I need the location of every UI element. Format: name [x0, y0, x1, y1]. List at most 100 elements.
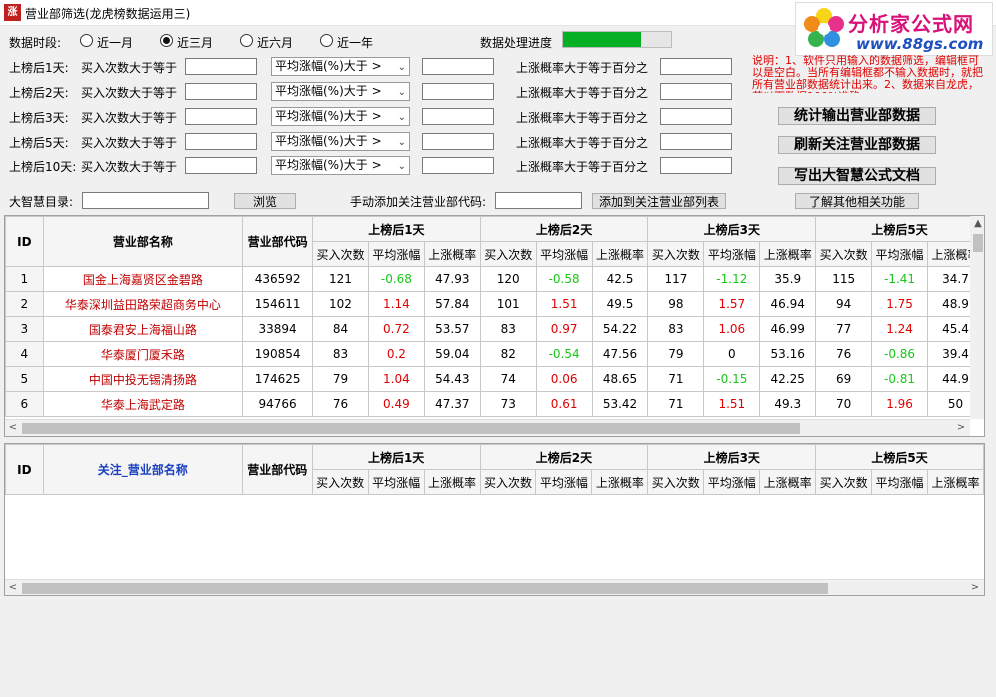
- rise-prob-input[interactable]: [660, 58, 732, 75]
- radio-6month-label[interactable]: 近六月: [257, 34, 293, 51]
- col-code-header[interactable]: 营业部代码: [241, 444, 313, 495]
- rise-prob-input[interactable]: [660, 83, 732, 100]
- sub-column-header[interactable]: 上涨概率: [591, 241, 649, 267]
- rise-prob-input[interactable]: [660, 133, 732, 150]
- watchlist-hscroll[interactable]: < >: [5, 579, 984, 595]
- radio-3month-label[interactable]: 近三月: [177, 34, 213, 51]
- buy-count-input[interactable]: [185, 58, 257, 75]
- sub-column-header[interactable]: 买入次数: [312, 241, 369, 267]
- avg-gain-select[interactable]: 平均涨幅(%)大于 > ⌄: [271, 107, 410, 126]
- browse-button[interactable]: 浏览: [234, 193, 296, 209]
- radio-1month[interactable]: [80, 34, 93, 47]
- sub-column-header[interactable]: 买入次数: [647, 241, 705, 267]
- buy-count-input[interactable]: [185, 108, 257, 125]
- dzh-dir-input[interactable]: [82, 192, 209, 209]
- sub-column-header[interactable]: 平均涨幅: [535, 469, 593, 495]
- results-hscroll[interactable]: < >: [5, 419, 970, 436]
- sub-column-header[interactable]: 平均涨幅: [367, 469, 425, 495]
- table-row[interactable]: 4 华泰厦门厦禾路 190854 83 0.2 59.04 82 -0.54 47.56 79 0 5…: [5, 341, 984, 367]
- col-name-header[interactable]: 关注_营业部名称: [42, 444, 243, 495]
- sub-column-header[interactable]: 平均涨幅: [871, 241, 928, 267]
- scroll-right-icon[interactable]: >: [953, 420, 969, 436]
- sub-column-header[interactable]: 上涨概率: [927, 469, 984, 495]
- vscroll-thumb[interactable]: [973, 234, 983, 252]
- hscroll-thumb[interactable]: [22, 423, 800, 434]
- table-row[interactable]: 3 国泰君安上海福山路 33894 84 0.72 53.57 83 0.97 54.22 83 1…: [5, 316, 984, 342]
- add-to-watchlist-button[interactable]: 添加到关注营业部列表: [592, 193, 726, 209]
- sub-column-header[interactable]: 上涨概率: [591, 469, 649, 495]
- results-vscroll[interactable]: ▲: [970, 216, 984, 419]
- hscroll-thumb[interactable]: [22, 583, 828, 594]
- sub-column-header[interactable]: 平均涨幅: [535, 241, 593, 267]
- results-grid[interactable]: ID 营业部名称 营业部代码 上榜后1天 上榜后2天 上榜后3天 上榜后5天 买入次数 平均涨幅…: [4, 215, 985, 437]
- rise-prob-input[interactable]: [660, 108, 732, 125]
- export-button[interactable]: 统计输出营业部数据: [778, 107, 936, 125]
- write-formula-button[interactable]: 写出大智慧公式文档: [778, 167, 936, 185]
- avg-gain-input[interactable]: [422, 108, 494, 125]
- avg-gain-select-value: 平均涨幅(%)大于 >: [275, 158, 382, 172]
- data-cell: 76: [312, 391, 369, 417]
- sub-column-header[interactable]: 上涨概率: [759, 469, 817, 495]
- data-cell: -0.86: [871, 341, 928, 367]
- more-features-button[interactable]: 了解其他相关功能: [795, 193, 919, 209]
- sub-column-header[interactable]: 上涨概率: [423, 241, 481, 267]
- avg-gain-input[interactable]: [422, 133, 494, 150]
- refresh-button[interactable]: 刷新关注营业部数据: [778, 136, 936, 154]
- branch-code: 33894: [242, 316, 314, 342]
- avg-gain-select[interactable]: 平均涨幅(%)大于 > ⌄: [271, 82, 410, 101]
- table-row[interactable]: 1 国金上海嘉贤区金碧路 436592 121 -0.68 47.93 120 -0.58 42…: [5, 266, 984, 292]
- sub-column-header[interactable]: 买入次数: [479, 241, 537, 267]
- data-cell: -0.58: [535, 266, 593, 292]
- sub-column-header[interactable]: 平均涨幅: [703, 241, 761, 267]
- sub-column-header[interactable]: 平均涨幅: [703, 469, 761, 495]
- radio-3month[interactable]: [160, 34, 173, 47]
- vscroll-up-icon[interactable]: ▲: [970, 216, 984, 232]
- col-id-header[interactable]: ID: [5, 216, 44, 267]
- sub-column-header[interactable]: 买入次数: [311, 469, 369, 495]
- avg-gain-select[interactable]: 平均涨幅(%)大于 > ⌄: [271, 132, 410, 151]
- sub-column-header[interactable]: 平均涨幅: [367, 241, 425, 267]
- radio-1month-label[interactable]: 近一月: [97, 34, 133, 51]
- sub-column-header[interactable]: 买入次数: [815, 469, 873, 495]
- branch-name: 华泰上海武定路: [42, 391, 244, 417]
- avg-gain-input[interactable]: [422, 157, 494, 174]
- data-cell: 49.3: [759, 391, 817, 417]
- buy-count-label: 买入次数大于等于: [81, 160, 178, 174]
- scroll-left-icon[interactable]: <: [5, 420, 21, 436]
- col-name-header[interactable]: 营业部名称: [42, 216, 244, 267]
- data-cell: 0.49: [367, 391, 425, 417]
- table-row[interactable]: 2 华泰深圳益田路荣超商务中心 154611 102 1.14 57.84 101 1.51 4…: [5, 291, 984, 317]
- avg-gain-select[interactable]: 平均涨幅(%)大于 > ⌄: [271, 57, 410, 76]
- sub-column-header[interactable]: 买入次数: [647, 469, 705, 495]
- col-id-header[interactable]: ID: [5, 444, 44, 495]
- sub-column-header[interactable]: 平均涨幅: [871, 469, 929, 495]
- data-cell: 1.57: [703, 291, 761, 317]
- scroll-left-icon[interactable]: <: [5, 580, 21, 595]
- radio-1year-label[interactable]: 近一年: [337, 34, 373, 51]
- period-label: 数据时段:: [9, 36, 62, 50]
- data-cell: 94: [815, 291, 873, 317]
- scroll-right-icon[interactable]: >: [967, 580, 983, 595]
- data-cell: 0.97: [535, 316, 593, 342]
- buy-count-input[interactable]: [185, 133, 257, 150]
- buy-count-input[interactable]: [185, 83, 257, 100]
- watchlist-grid[interactable]: ID 关注_营业部名称 营业部代码 上榜后1天 上榜后2天 上榜后3天 上榜后5天 买入次数平…: [4, 443, 985, 596]
- avg-gain-input[interactable]: [422, 58, 494, 75]
- data-cell: 47.37: [423, 391, 481, 417]
- radio-6month[interactable]: [240, 34, 253, 47]
- radio-1year[interactable]: [320, 34, 333, 47]
- manual-code-input[interactable]: [495, 192, 582, 209]
- avg-gain-input[interactable]: [422, 83, 494, 100]
- buy-count-input[interactable]: [185, 157, 257, 174]
- sub-column-header[interactable]: 上涨概率: [423, 469, 481, 495]
- rise-prob-input[interactable]: [660, 157, 732, 174]
- table-row[interactable]: 5 中国中投无锡清扬路 174625 79 1.04 54.43 74 0.06 48.65 71…: [5, 366, 984, 392]
- sub-column-header[interactable]: 上涨概率: [759, 241, 817, 267]
- data-cell: 69: [815, 366, 873, 392]
- col-code-header[interactable]: 营业部代码: [242, 216, 314, 267]
- data-cell: 79: [312, 366, 369, 392]
- avg-gain-select[interactable]: 平均涨幅(%)大于 > ⌄: [271, 156, 410, 175]
- sub-column-header[interactable]: 买入次数: [479, 469, 537, 495]
- table-row[interactable]: 6 华泰上海武定路 94766 76 0.49 47.37 73 0.61 53.42 71 1.5…: [5, 391, 984, 417]
- sub-column-header[interactable]: 买入次数: [815, 241, 873, 267]
